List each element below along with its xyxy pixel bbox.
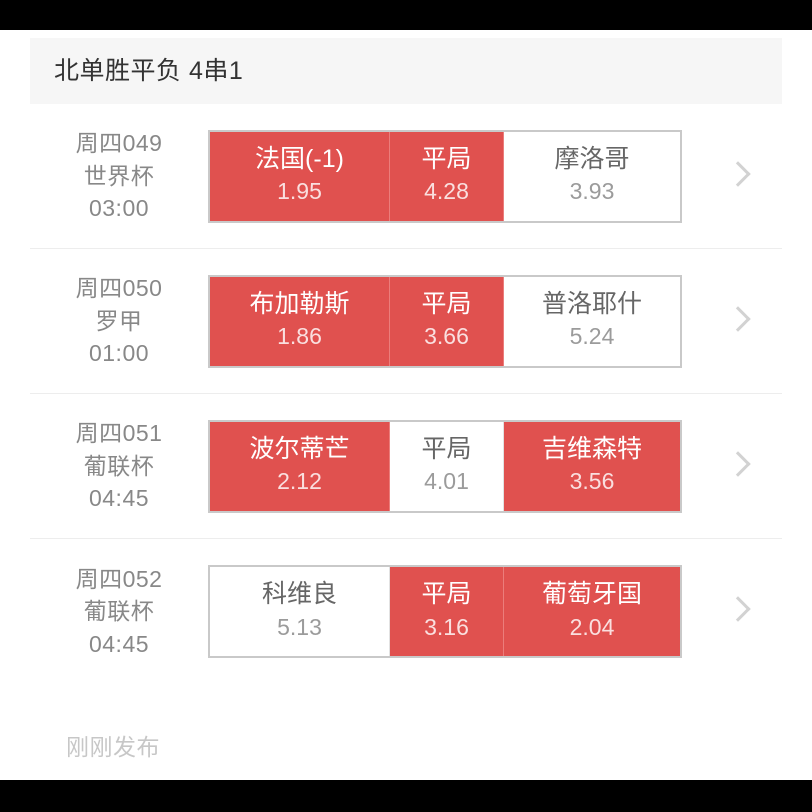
row-expand-button[interactable] — [682, 306, 782, 337]
chevron-right-icon — [728, 161, 745, 192]
bet-option-odds: 3.93 — [569, 178, 615, 205]
bet-option-label: 科维良 — [261, 580, 337, 609]
bet-option-label: 平局 — [421, 434, 472, 463]
bet-option-label: 波尔蒂芒 — [249, 434, 350, 463]
bet-option-odds: 5.13 — [277, 613, 322, 640]
bet-option-odds: 3.56 — [569, 468, 615, 495]
bet-option-label: 布加勒斯 — [249, 289, 350, 318]
bet-option-label: 普洛耶什 — [541, 289, 642, 318]
bet-option-odds: 2.12 — [277, 468, 322, 495]
bet-options: 波尔蒂芒 2.12 平局 4.01 吉维森特 3.56 — [208, 419, 682, 513]
bet-option-away[interactable]: 葡萄牙国 2.04 — [504, 567, 680, 656]
bet-option-odds: 1.86 — [277, 323, 322, 350]
match-league: 世界杯 — [83, 162, 155, 189]
bet-option-home[interactable]: 法国(-1) 1.95 — [210, 131, 390, 221]
bet-options: 布加勒斯 1.86 平局 3.66 普洛耶什 5.24 — [208, 274, 682, 368]
bet-option-odds: 3.16 — [424, 613, 469, 640]
match-time: 03:00 — [88, 195, 150, 222]
footer: 刚刚发布 — [30, 684, 782, 762]
bet-option-label: 法国(-1) — [255, 144, 344, 173]
chevron-right-icon — [728, 451, 745, 482]
table-row[interactable]: 周四050 罗甲 01:00 布加勒斯 1.86 平局 3.66 普洛耶什 5.… — [30, 249, 782, 394]
table-row[interactable]: 周四049 世界杯 03:00 法国(-1) 1.95 平局 4.28 摩洛哥 — [30, 104, 782, 249]
table-row[interactable]: 周四052 葡联杯 04:45 科维良 5.13 平局 3.16 葡萄牙国 2.… — [30, 539, 782, 684]
table-row[interactable]: 周四051 葡联杯 04:45 波尔蒂芒 2.12 平局 4.01 吉维森特 3… — [30, 394, 782, 539]
match-meta: 周四052 葡联杯 04:45 — [30, 563, 208, 661]
bet-option-home[interactable]: 布加勒斯 1.86 — [210, 276, 390, 366]
match-time: 01:00 — [88, 340, 150, 367]
bet-option-label: 平局 — [421, 289, 472, 318]
match-meta: 周四051 葡联杯 04:45 — [30, 417, 208, 515]
bet-option-label: 葡萄牙国 — [541, 580, 642, 609]
status-bar-bottom — [0, 780, 812, 812]
bet-option-odds: 3.66 — [424, 323, 469, 350]
bet-option-odds: 4.01 — [424, 468, 469, 495]
bet-option-odds: 4.28 — [424, 178, 469, 205]
bet-options: 法国(-1) 1.95 平局 4.28 摩洛哥 3.93 — [208, 129, 682, 223]
published-timestamp: 刚刚发布 — [66, 734, 160, 760]
match-meta: 周四049 世界杯 03:00 — [30, 127, 208, 225]
match-number: 周四052 — [75, 565, 163, 592]
match-league: 葡联杯 — [83, 598, 155, 625]
bet-option-draw[interactable]: 平局 3.16 — [390, 567, 504, 656]
row-expand-button[interactable] — [682, 161, 782, 192]
bet-option-label: 平局 — [421, 580, 472, 609]
screen: 北单胜平负 4串1 周四049 世界杯 03:00 法国(-1) 1.95 平局 — [0, 0, 812, 812]
chevron-right-icon — [728, 596, 745, 627]
bet-option-odds: 2.04 — [569, 613, 615, 640]
bet-option-home[interactable]: 波尔蒂芒 2.12 — [210, 421, 390, 511]
card-header: 北单胜平负 4串1 — [30, 38, 782, 104]
match-list: 周四049 世界杯 03:00 法国(-1) 1.95 平局 4.28 摩洛哥 — [30, 104, 782, 684]
bet-option-home[interactable]: 科维良 5.13 — [210, 567, 390, 656]
page-title: 北单胜平负 4串1 — [54, 56, 244, 85]
bet-option-draw[interactable]: 平局 4.28 — [390, 131, 504, 221]
bet-option-draw[interactable]: 平局 4.01 — [390, 421, 504, 511]
bet-option-away[interactable]: 吉维森特 3.56 — [504, 421, 680, 511]
status-bar-top — [0, 0, 812, 30]
bet-option-label: 平局 — [421, 144, 472, 173]
bet-option-label: 摩洛哥 — [554, 144, 630, 173]
bet-option-draw[interactable]: 平局 3.66 — [390, 276, 504, 366]
page-content: 北单胜平负 4串1 周四049 世界杯 03:00 法国(-1) 1.95 平局 — [0, 30, 812, 780]
bet-option-away[interactable]: 摩洛哥 3.93 — [504, 131, 680, 221]
row-expand-button[interactable] — [682, 596, 782, 627]
bet-option-label: 吉维森特 — [541, 434, 642, 463]
bet-option-away[interactable]: 普洛耶什 5.24 — [504, 276, 680, 366]
match-league: 罗甲 — [95, 307, 143, 334]
chevron-right-icon — [728, 306, 745, 337]
row-expand-button[interactable] — [682, 451, 782, 482]
bet-option-odds: 1.95 — [277, 178, 322, 205]
match-number: 周四051 — [75, 420, 163, 447]
match-league: 葡联杯 — [83, 452, 155, 479]
bet-option-odds: 5.24 — [569, 323, 615, 350]
match-number: 周四050 — [75, 275, 163, 302]
bet-options: 科维良 5.13 平局 3.16 葡萄牙国 2.04 — [208, 565, 682, 658]
match-time: 04:45 — [88, 630, 150, 657]
match-time: 04:45 — [88, 485, 150, 512]
match-meta: 周四050 罗甲 01:00 — [30, 272, 208, 370]
match-number: 周四049 — [75, 130, 163, 157]
